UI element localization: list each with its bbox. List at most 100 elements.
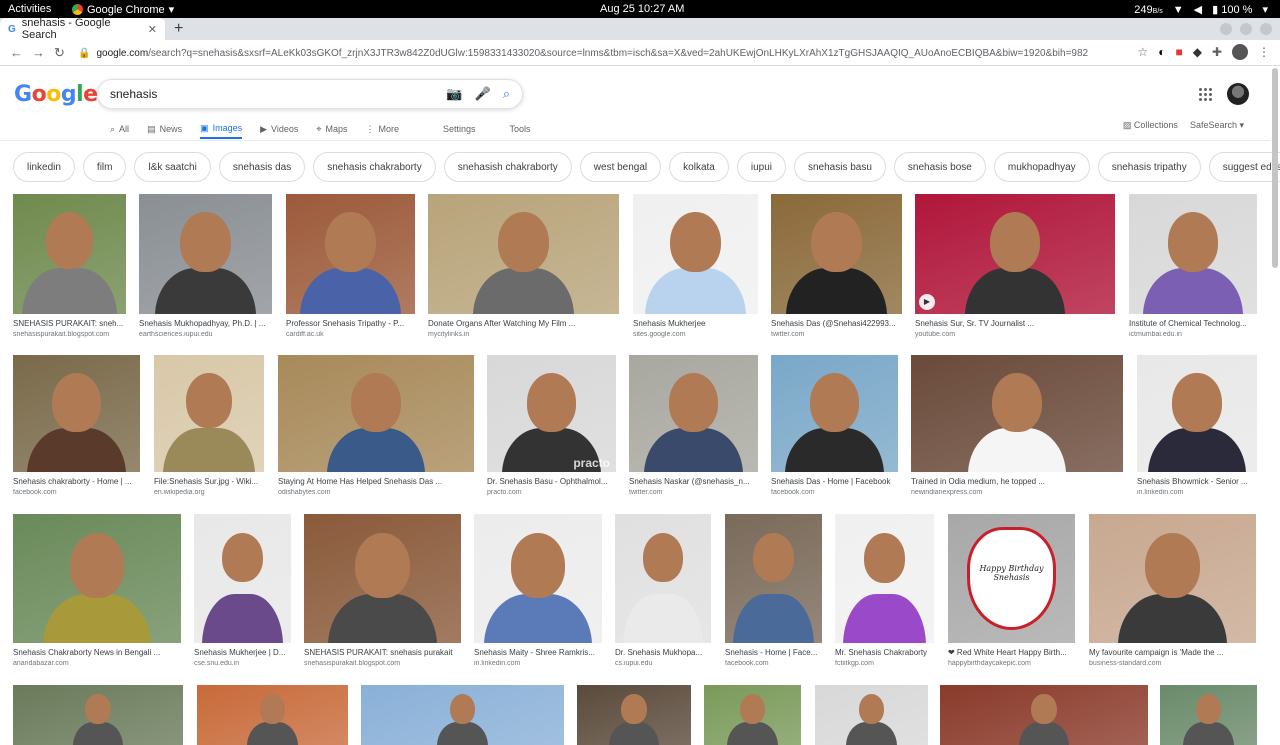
image-result[interactable]: Snehasis Maity - Shree Ramkris... in.link…	[474, 514, 602, 667]
image-thumbnail[interactable]	[154, 355, 264, 472]
result-title[interactable]: SNEHASIS PURAKAIT: snehasis purakait	[304, 648, 461, 657]
image-result[interactable]: Snehasis Das (@Snehasi422993... twitter.c…	[771, 194, 902, 338]
image-thumbnail[interactable]	[815, 685, 928, 745]
result-source: twitter.com	[629, 489, 663, 496]
image-result[interactable]: Dr. Snehasis Mukhopa... cs.iupui.edu	[615, 514, 711, 667]
result-title[interactable]: ❤ Red White Heart Happy Birth...	[948, 648, 1075, 657]
result-title[interactable]: Snehasis chakraborty - Home | ...	[13, 477, 140, 486]
image-thumbnail[interactable]	[286, 194, 415, 314]
result-title[interactable]: Institute of Chemical Technolog...	[1129, 319, 1257, 328]
image-thumbnail[interactable]	[771, 355, 898, 472]
image-thumbnail[interactable]	[940, 685, 1148, 745]
person-body	[484, 593, 592, 643]
image-thumbnail[interactable]	[629, 355, 758, 472]
image-thumbnail[interactable]	[1129, 194, 1257, 314]
image-thumbnail[interactable]	[474, 514, 602, 643]
image-thumbnail[interactable]	[1137, 355, 1257, 472]
image-thumbnail[interactable]: ▶	[915, 194, 1115, 314]
image-thumbnail[interactable]	[615, 514, 711, 643]
image-result[interactable]	[704, 685, 801, 745]
image-result[interactable]	[197, 685, 348, 745]
image-thumbnail[interactable]	[704, 685, 801, 745]
image-result[interactable]: Professor Snehasis Tripathy - P... cardif…	[286, 194, 415, 338]
result-title[interactable]: Snehasis Maity - Shree Ramkris...	[474, 648, 602, 657]
image-result[interactable]: Trained in Odia medium, he topped ... new…	[911, 355, 1123, 496]
image-result[interactable]: Snehasis Das - Home | Facebook facebook.c…	[771, 355, 898, 496]
image-thumbnail[interactable]	[197, 685, 348, 745]
image-result[interactable]	[1160, 685, 1257, 745]
result-title[interactable]: File:Snehasis Sur.jpg - Wiki...	[154, 477, 264, 486]
image-thumbnail[interactable]	[13, 355, 140, 472]
image-thumbnail[interactable]	[13, 514, 181, 643]
image-thumbnail[interactable]	[361, 685, 564, 745]
image-thumbnail[interactable]	[304, 514, 461, 643]
image-thumbnail[interactable]	[139, 194, 272, 314]
image-thumbnail[interactable]	[13, 194, 126, 314]
result-title[interactable]: Snehasis - Home | Face...	[725, 648, 822, 657]
image-thumbnail[interactable]	[13, 685, 183, 745]
image-result[interactable]: Donate Organs After Watching My Film ...…	[428, 194, 619, 338]
result-title[interactable]: Dr. Snehasis Mukhopa...	[615, 648, 711, 657]
image-thumbnail[interactable]	[194, 514, 291, 643]
result-title[interactable]: Donate Organs After Watching My Film ...	[428, 319, 619, 328]
play-icon: ▶	[919, 294, 935, 310]
result-title[interactable]: Snehasis Bhowmick - Senior ...	[1137, 477, 1257, 486]
result-title[interactable]: Snehasis Sur, Sr. TV Journalist ...	[915, 319, 1115, 328]
image-result[interactable]: Mr. Snehasis Chakraborty fctiitkgp.com	[835, 514, 934, 667]
image-thumbnail[interactable]	[835, 514, 934, 643]
result-title[interactable]: My favourite campaign is 'Made the ...	[1089, 648, 1256, 657]
result-title[interactable]: Mr. Snehasis Chakraborty	[835, 648, 934, 657]
image-result[interactable]	[361, 685, 564, 745]
image-result[interactable]: My favourite campaign is 'Made the ... bu…	[1089, 514, 1256, 667]
image-result[interactable]: Snehasis Mukherjee sites.google.com	[633, 194, 758, 338]
person-head	[51, 372, 102, 432]
image-result[interactable]: Snehasis Mukherjee | D... cse.snu.edu.in	[194, 514, 291, 667]
image-thumbnail[interactable]	[1160, 685, 1257, 745]
image-thumbnail[interactable]	[577, 685, 691, 745]
result-title[interactable]: Professor Snehasis Tripathy - P...	[286, 319, 415, 328]
scrollbar[interactable]	[1272, 68, 1278, 268]
image-result[interactable]: File:Snehasis Sur.jpg - Wiki... en.wikipe…	[154, 355, 264, 496]
image-result[interactable]: Staying At Home Has Helped Snehasis Das …	[278, 355, 474, 496]
image-thumbnail[interactable]	[278, 355, 474, 472]
image-result[interactable]	[577, 685, 691, 745]
result-title[interactable]: Trained in Odia medium, he topped ...	[911, 477, 1123, 486]
result-title[interactable]: Dr. Snehasis Basu - Ophthalmol...	[487, 477, 616, 486]
image-thumbnail[interactable]	[428, 194, 619, 314]
result-title[interactable]: Snehasis Das - Home | Facebook	[771, 477, 898, 486]
result-title[interactable]: Snehasis Mukherjee	[633, 319, 758, 328]
image-result[interactable]	[13, 685, 183, 745]
image-result[interactable]: Institute of Chemical Technolog... ictmum…	[1129, 194, 1257, 338]
image-result[interactable]: Snehasis Naskar (@snehasis_n... twitter.c…	[629, 355, 758, 496]
image-thumbnail[interactable]: practo	[487, 355, 616, 472]
image-result[interactable]	[815, 685, 928, 745]
image-result[interactable]: practo Dr. Snehasis Basu - Ophthalmol... p…	[487, 355, 616, 496]
image-thumbnail[interactable]	[725, 514, 822, 643]
image-thumbnail[interactable]: Happy Birthday Snehasis	[948, 514, 1075, 643]
image-result[interactable]: SNEHASIS PURAKAIT: snehasis purakait sneh…	[304, 514, 461, 667]
image-result[interactable]	[940, 685, 1148, 745]
result-source: twitter.com	[771, 331, 805, 338]
image-thumbnail[interactable]	[1089, 514, 1256, 643]
result-title[interactable]: Snehasis Das (@Snehasi422993...	[771, 319, 902, 328]
image-result[interactable]: Snehasis - Home | Face... facebook.com	[725, 514, 822, 667]
image-result[interactable]: Happy Birthday Snehasis ❤ Red White Heart…	[948, 514, 1075, 667]
result-title[interactable]: Snehasis Mukhopadhyay, Ph.D. | ...	[139, 319, 272, 328]
person-head	[222, 533, 263, 583]
person-body	[727, 722, 778, 745]
result-title[interactable]: Snehasis Chakraborty News in Bengali ...	[13, 648, 181, 657]
image-result[interactable]: Snehasis Bhowmick - Senior ... in.linkedi…	[1137, 355, 1257, 496]
result-title[interactable]: Snehasis Naskar (@snehasis_n...	[629, 477, 758, 486]
image-result[interactable]: Snehasis Mukhopadhyay, Ph.D. | ... earths…	[139, 194, 272, 338]
image-result[interactable]: Snehasis Chakraborty News in Bengali ...…	[13, 514, 181, 667]
image-result[interactable]: SNEHASIS PURAKAIT: sneh... snehasispuraka…	[13, 194, 126, 338]
image-thumbnail[interactable]	[633, 194, 758, 314]
image-result[interactable]: Snehasis chakraborty - Home | ... faceboo…	[13, 355, 140, 496]
image-thumbnail[interactable]	[771, 194, 902, 314]
result-title[interactable]: Staying At Home Has Helped Snehasis Das …	[278, 477, 474, 486]
result-title[interactable]: Snehasis Mukherjee | D...	[194, 648, 291, 657]
result-title[interactable]: SNEHASIS PURAKAIT: sneh...	[13, 319, 126, 328]
image-result[interactable]: ▶ Snehasis Sur, Sr. TV Journalist ... yout…	[915, 194, 1115, 338]
image-thumbnail[interactable]	[911, 355, 1123, 472]
person-body	[1147, 427, 1247, 472]
